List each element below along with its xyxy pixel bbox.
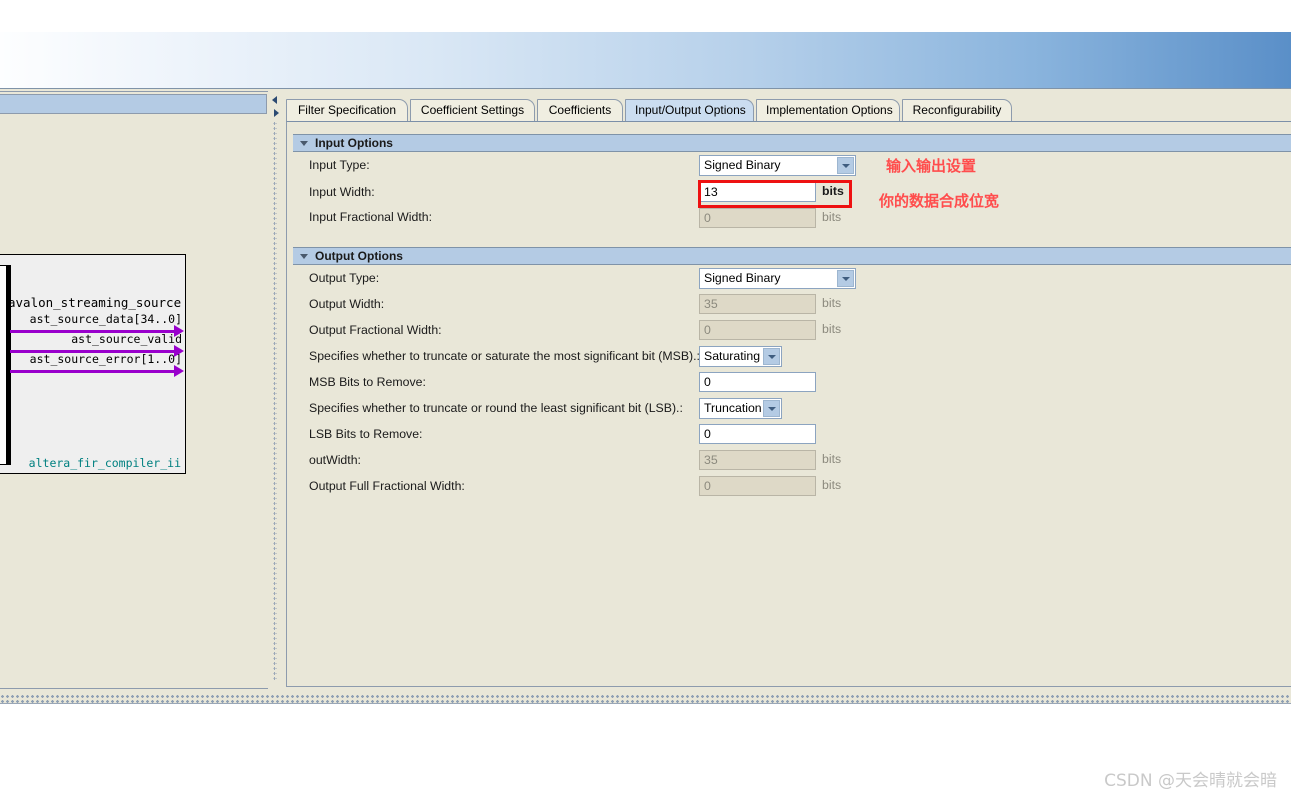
split-pane-divider[interactable] [268,91,283,689]
tab-coefficients[interactable]: Coefficients [537,99,623,122]
chevron-down-icon-lsb[interactable] [763,400,780,417]
input-width-field[interactable]: 13 [699,182,816,202]
chevron-down-icon[interactable] [837,157,854,174]
collapse-right-button[interactable] [270,107,281,118]
application-window: ta id or avalon_streaming_source ast_sou… [0,0,1291,797]
status-separator-dots [0,694,1291,703]
collapse-left-button[interactable] [270,94,281,105]
input-width-units: bits [822,184,844,198]
label-outwidth: outWidth: [309,453,361,467]
msb-mode-combo[interactable]: Saturating [699,346,782,367]
wire-arrow-data [174,325,184,337]
label-msb-bits-to-remove: MSB Bits to Remove: [309,375,426,389]
section-title-output-options: Output Options [315,249,403,263]
input-fractional-width-units: bits [822,210,842,224]
tab-strip: Filter Specification Coefficient Setting… [286,99,1291,122]
label-output-fractional-width: Output Fractional Width: [309,323,442,337]
label-output-full-fractional-width: Output Full Fractional Width: [309,479,465,493]
label-input-fractional-width: Input Fractional Width: [309,210,433,224]
tab-panel-input-output-options: Input Options Input Type: Signed Binary … [286,121,1291,687]
outwidth-field: 35 [699,450,816,470]
tab-implementation-options[interactable]: Implementation Options [756,99,900,122]
status-bar: yIn 1, ChansPerPhyOut 1, OutputFullBitWi… [0,704,1291,740]
output-type-combo[interactable]: Signed Binary [699,268,856,289]
tab-coefficient-settings[interactable]: Coefficient Settings [410,99,535,122]
output-full-fractional-width-units: bits [822,478,842,492]
output-width-field: 35 [699,294,816,314]
window-header-gradient [0,32,1291,89]
section-header-input-options[interactable]: Input Options [293,134,1291,152]
signal-label-error: ast_source_error[1..0] [29,352,182,366]
output-width-units: bits [822,296,842,310]
left-preview-panel: ta id or avalon_streaming_source ast_sou… [0,91,270,689]
label-input-width: Input Width: [309,185,375,199]
left-panel-title-bar [0,94,267,114]
msb-bits-to-remove-field[interactable]: 0 [699,372,816,392]
collapse-triangle-icon [300,141,308,146]
tab-input-output-options[interactable]: Input/Output Options [625,99,754,122]
tab-reconfigurability[interactable]: Reconfigurability [902,99,1012,122]
lsb-bits-to-remove-field[interactable]: 0 [699,424,816,444]
signal-label-valid: ast_source_valid [71,332,182,346]
wire-arrow-valid [174,345,184,357]
output-fractional-width-field: 0 [699,320,816,340]
msb-mode-value: Saturating [704,349,761,363]
annotation-text-top: 输入输出设置 [886,157,977,175]
tab-filter-specification[interactable]: Filter Specification [286,99,408,122]
label-msb-mode: Specifies whether to truncate or saturat… [309,349,700,363]
label-output-width: Output Width: [309,297,385,311]
outwidth-units: bits [822,452,842,466]
annotation-text-bottom: 你的数据合成位宽 [879,192,1000,210]
lsb-mode-value: Truncation [704,401,762,415]
wire-data [10,330,175,333]
chevron-down-icon-output-type[interactable] [837,270,854,287]
label-lsb-mode: Specifies whether to truncate or round t… [309,401,683,415]
section-title-input-options: Input Options [315,136,393,150]
lsb-mode-combo[interactable]: Truncation [699,398,782,419]
splitter-grip-dots [273,121,277,681]
output-full-fractional-width-field: 0 [699,476,816,496]
wire-valid [10,350,175,353]
top-white-strip [0,0,1291,32]
section-header-output-options[interactable]: Output Options [293,247,1291,265]
label-lsb-bits-to-remove: LSB Bits to Remove: [309,427,423,441]
component-name-label: altera_fir_compiler_ii [28,456,181,470]
label-input-type: Input Type: [309,158,370,172]
input-fractional-width-field: 0 [699,208,816,228]
csdn-watermark: CSDN @天会晴就会暗 [1104,771,1277,791]
chevron-down-icon-msb[interactable] [763,348,780,365]
bottom-white-strip [0,740,1291,797]
input-type-value: Signed Binary [704,158,781,172]
label-output-type: Output Type: [309,271,380,285]
output-type-value: Signed Binary [704,271,781,285]
wire-arrow-error [174,365,184,377]
output-fractional-width-units: bits [822,322,842,336]
block-diagram: ta id or avalon_streaming_source ast_sou… [0,254,186,474]
collapse-triangle-icon-output [300,254,308,259]
interface-title: avalon_streaming_source [8,295,182,310]
wire-error [10,370,175,373]
signal-label-data: ast_source_data[34..0] [29,312,182,326]
input-type-combo[interactable]: Signed Binary [699,155,856,176]
